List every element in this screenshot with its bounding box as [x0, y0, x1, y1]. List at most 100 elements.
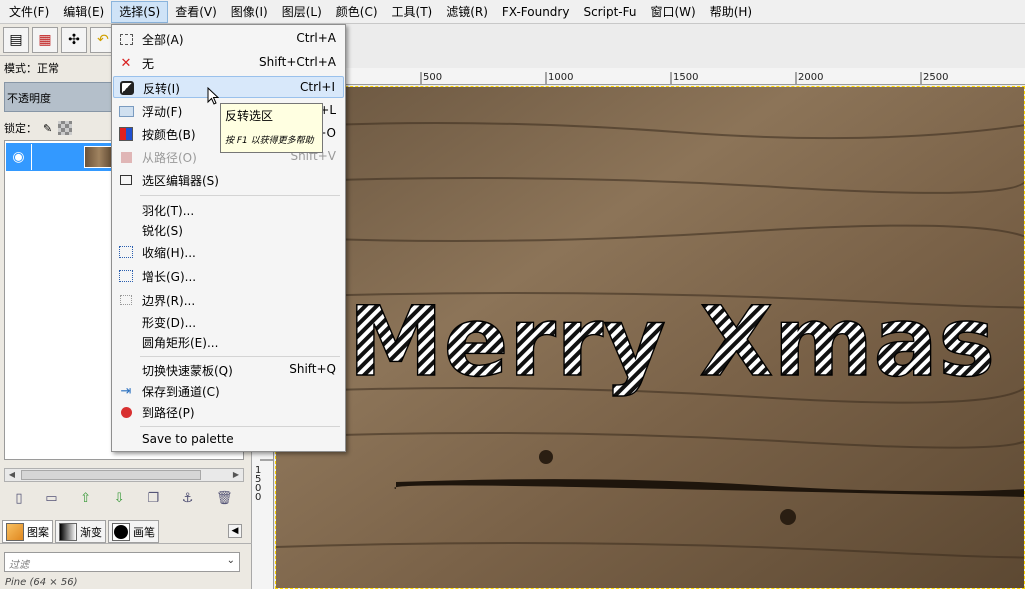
scroll-right-icon[interactable]: ▶ — [229, 469, 243, 481]
menu-item-shrink[interactable]: 收缩(H)... — [113, 241, 344, 263]
horizontal-ruler-svg: 500 1000 1500 2000 2500 — [420, 72, 948, 84]
tab-gradients[interactable]: 渐变 — [55, 520, 106, 543]
menu-colors[interactable]: 颜色(C) — [329, 1, 385, 23]
menu-script-fu[interactable]: Script-Fu — [576, 1, 643, 23]
wood-image: Merry Xmas — [276, 87, 1024, 588]
menu-view[interactable]: 查看(V) — [168, 1, 224, 23]
scroll-left-icon[interactable]: ◀ — [5, 469, 19, 481]
menu-windows[interactable]: 窗口(W) — [643, 1, 702, 23]
menu-help[interactable]: 帮助(H) — [703, 1, 759, 23]
h-tick-label: 500 — [423, 72, 442, 83]
menu-bar: 文件(F) 编辑(E) 选择(S) 查看(V) 图像(I) 图层(L) 颜色(C… — [0, 0, 1025, 24]
menu-item-label: 按颜色(B) — [142, 128, 196, 142]
select-all-icon — [118, 31, 134, 47]
menu-item-label: 反转(I) — [143, 82, 180, 96]
menu-item-label: 保存到通道(C) — [142, 385, 220, 399]
menu-fx-foundry[interactable]: FX-Foundry — [495, 1, 577, 23]
menu-edit[interactable]: 编辑(E) — [56, 1, 111, 23]
menu-item-grow[interactable]: 增长(G)... — [113, 265, 344, 287]
lock-alpha-icon[interactable] — [58, 121, 73, 135]
anchor-layer-icon[interactable]: ⚓ — [182, 491, 194, 506]
menu-item-rounded-rect[interactable]: 圆角矩形(E)... — [113, 331, 344, 353]
tab-gradients-label: 渐变 — [80, 525, 102, 539]
menu-file[interactable]: 文件(F) — [2, 1, 56, 23]
menu-item-label: 形变(D)... — [142, 316, 197, 330]
menu-item-invert[interactable]: 反转(I) Ctrl+I — [113, 76, 344, 98]
border-icon — [118, 292, 134, 308]
tooltip: 反转选区 按 F1 以获得更多帮助 — [220, 103, 323, 153]
layers-tab[interactable]: ▤ — [3, 26, 29, 53]
tab-patterns-label: 图案 — [27, 525, 49, 539]
menu-item-select-all[interactable]: 全部(A) Ctrl+A — [113, 28, 344, 50]
menu-item-save-to-palette[interactable]: Save to palette — [113, 429, 344, 451]
selection-editor-icon — [118, 172, 134, 188]
menu-item-label: 增长(G)... — [142, 270, 197, 284]
menu-image[interactable]: 图像(I) — [224, 1, 275, 23]
pattern-name: Pine (64 × 56) — [5, 577, 78, 588]
menu-select[interactable]: 选择(S) — [111, 0, 169, 23]
menu-item-label: 边界(R)... — [142, 294, 196, 308]
to-path-icon — [118, 404, 134, 420]
menu-separator — [140, 356, 340, 357]
menu-item-label: 无 — [142, 57, 155, 71]
new-group-icon[interactable]: ▭ — [45, 491, 57, 506]
image-window-header — [252, 24, 1025, 68]
tab-patterns[interactable]: 图案 — [2, 520, 53, 543]
menu-item-quick-mask[interactable]: 切换快速蒙板(Q) Shift+Q — [113, 359, 344, 381]
menu-item-selection-editor[interactable]: 选区编辑器(S) — [113, 169, 344, 191]
mode-value[interactable]: 正常 — [37, 62, 59, 75]
menu-item-select-none[interactable]: ✕ 无 Shift+Ctrl+A — [113, 52, 344, 74]
menu-item-sharpen[interactable]: 锐化(S) — [113, 219, 344, 241]
image-canvas[interactable]: Merry Xmas — [275, 86, 1025, 589]
layer-thumbnail — [84, 146, 114, 168]
save-to-channel-icon: ⇥ — [120, 383, 132, 399]
menu-item-to-path[interactable]: 到路径(P) — [113, 401, 344, 423]
menu-item-feather[interactable]: 羽化(T)... — [113, 199, 344, 221]
menu-item-shortcut: Shift+Ctrl+A — [259, 55, 336, 69]
lower-layer-icon[interactable]: ⇩ — [114, 491, 125, 506]
raise-layer-icon[interactable]: ⇧ — [80, 491, 91, 506]
menu-item-border[interactable]: 边界(R)... — [113, 289, 344, 311]
menu-filters[interactable]: 滤镜(R) — [439, 1, 495, 23]
menu-item-label: 从路径(O) — [142, 151, 197, 165]
resource-tabs: 图案 渐变 画笔 — [0, 520, 252, 544]
menu-item-label: 到路径(P) — [142, 406, 195, 420]
menu-item-label: Save to palette — [142, 432, 234, 446]
new-layer-icon[interactable]: ▯ — [15, 491, 22, 506]
invert-selection-icon — [119, 80, 135, 96]
tab-brushes[interactable]: 画笔 — [108, 520, 159, 543]
layers-hscrollbar[interactable]: ◀ ▶ — [4, 468, 244, 482]
h-tick-label: 2000 — [798, 72, 823, 83]
duplicate-layer-icon[interactable]: ❐ — [147, 491, 159, 506]
mode-label: 模式： — [4, 62, 37, 75]
visibility-eye-icon[interactable]: ◉ — [6, 144, 32, 170]
menu-separator — [140, 426, 340, 427]
filter-placeholder: 过滤 — [9, 560, 29, 571]
filter-input[interactable]: 过滤 ⌄ — [4, 552, 240, 572]
filter-dropdown-icon[interactable]: ⌄ — [227, 555, 235, 566]
channels-tab[interactable]: ▦ — [32, 26, 58, 53]
undo-icon: ↶ — [97, 31, 109, 48]
menu-item-save-to-channel[interactable]: ⇥ 保存到通道(C) — [113, 380, 344, 402]
lock-pixels-icon[interactable]: ✎ — [43, 122, 52, 135]
paths-icon: ✣ — [68, 31, 80, 48]
image-window: 500 1000 1500 2000 2500 1 5 0 0 Merry Xm… — [252, 24, 1025, 589]
tab-brushes-label: 画笔 — [133, 525, 155, 539]
delete-layer-icon[interactable]: 🗑 — [216, 491, 233, 506]
dock-menu-arrow-icon[interactable]: ◀ — [228, 524, 242, 538]
menu-item-label: 圆角矩形(E)... — [142, 336, 219, 350]
menu-item-distort[interactable]: 形变(D)... — [113, 311, 344, 333]
v-tick-label: 0 — [255, 492, 261, 503]
scroll-thumb[interactable] — [21, 470, 201, 480]
horizontal-ruler[interactable]: 500 1000 1500 2000 2500 — [274, 68, 1025, 85]
paths-tab[interactable]: ✣ — [61, 26, 87, 53]
menu-item-label: 浮动(F) — [142, 105, 183, 119]
mode-row: 模式：正常 — [4, 60, 59, 76]
merry-xmas-text: Merry Xmas — [348, 286, 995, 398]
select-none-icon: ✕ — [120, 55, 132, 71]
lock-label: 锁定： — [4, 122, 37, 135]
tooltip-title: 反转选区 — [225, 109, 274, 123]
menu-tools[interactable]: 工具(T) — [385, 1, 440, 23]
menu-layer[interactable]: 图层(L) — [275, 1, 329, 23]
h-tick-label: 1000 — [548, 72, 573, 83]
